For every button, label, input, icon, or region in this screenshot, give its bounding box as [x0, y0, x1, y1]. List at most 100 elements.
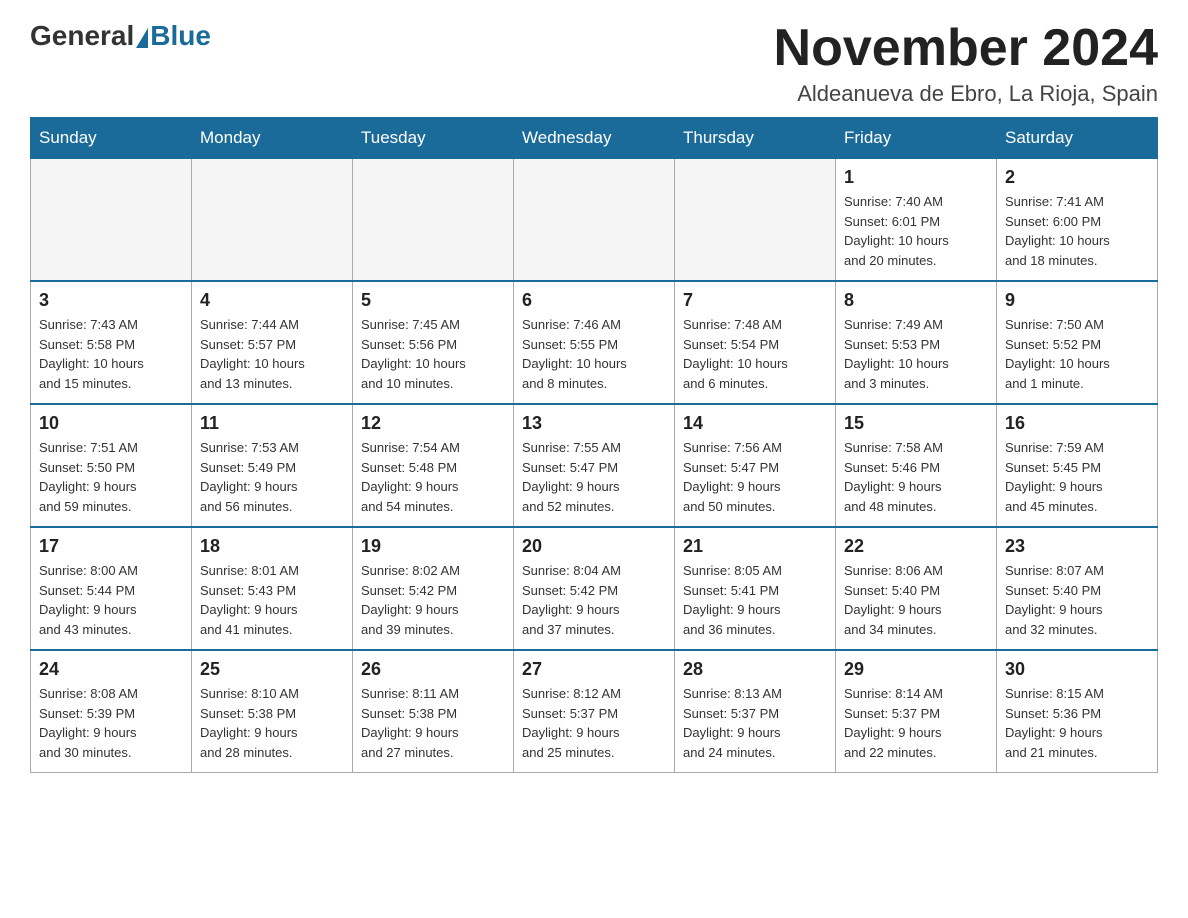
day-cell: 30 Sunrise: 8:15 AMSunset: 5:36 PMDayligh… — [997, 650, 1158, 773]
day-number: 3 — [39, 290, 183, 311]
logo-area: General Blue — [30, 20, 211, 52]
calendar-table: SundayMondayTuesdayWednesdayThursdayFrid… — [30, 117, 1158, 773]
day-info: Sunrise: 7:51 AMSunset: 5:50 PMDaylight:… — [39, 438, 183, 516]
day-cell: 20Sunrise: 8:04 AMSunset: 5:42 PMDayligh… — [514, 527, 675, 650]
day-info: Sunrise: 8:00 AMSunset: 5:44 PMDaylight:… — [39, 561, 183, 639]
day-info: Sunrise: 8:15 AMSunset: 5:36 PMDaylight:… — [1005, 684, 1149, 762]
day-cell: 18Sunrise: 8:01 AMSunset: 5:43 PMDayligh… — [192, 527, 353, 650]
day-cell: 24 Sunrise: 8:08 AMSunset: 5:39 PMDayligh… — [31, 650, 192, 773]
column-header-friday: Friday — [836, 118, 997, 159]
day-number: 17 — [39, 536, 183, 557]
day-cell: 11 Sunrise: 7:53 AMSunset: 5:49 PMDayligh… — [192, 404, 353, 527]
day-number: 18 — [200, 536, 344, 557]
day-cell: 28 Sunrise: 8:13 AMSunset: 5:37 PMDayligh… — [675, 650, 836, 773]
day-info: Sunrise: 8:04 AMSunset: 5:42 PMDaylight:… — [522, 561, 666, 639]
day-cell — [353, 159, 514, 282]
page-header: General Blue November 2024 Aldeanueva de… — [30, 20, 1158, 107]
day-cell: 9 Sunrise: 7:50 AMSunset: 5:52 PMDaylight… — [997, 281, 1158, 404]
day-number: 1 — [844, 167, 988, 188]
day-number: 27 — [522, 659, 666, 680]
day-number: 30 — [1005, 659, 1149, 680]
day-info: Sunrise: 8:08 AMSunset: 5:39 PMDaylight:… — [39, 684, 183, 762]
day-number: 6 — [522, 290, 666, 311]
day-cell: 6 Sunrise: 7:46 AMSunset: 5:55 PMDaylight… — [514, 281, 675, 404]
week-row-4: 17 Sunrise: 8:00 AMSunset: 5:44 PMDayligh… — [31, 527, 1158, 650]
day-info: Sunrise: 8:06 AMSunset: 5:40 PMDaylight:… — [844, 561, 988, 639]
day-number: 21 — [683, 536, 827, 557]
day-info: Sunrise: 7:56 AMSunset: 5:47 PMDaylight:… — [683, 438, 827, 516]
day-cell: 15 Sunrise: 7:58 AMSunset: 5:46 PMDayligh… — [836, 404, 997, 527]
day-number: 29 — [844, 659, 988, 680]
day-number: 9 — [1005, 290, 1149, 311]
day-cell: 5Sunrise: 7:45 AMSunset: 5:56 PMDaylight… — [353, 281, 514, 404]
location-title: Aldeanueva de Ebro, La Rioja, Spain — [774, 81, 1158, 107]
day-number: 2 — [1005, 167, 1149, 188]
day-info: Sunrise: 7:48 AMSunset: 5:54 PMDaylight:… — [683, 315, 827, 393]
day-info: Sunrise: 7:40 AMSunset: 6:01 PMDaylight:… — [844, 192, 988, 270]
header-row: SundayMondayTuesdayWednesdayThursdayFrid… — [31, 118, 1158, 159]
day-number: 22 — [844, 536, 988, 557]
logo-triangle-icon — [136, 28, 148, 48]
day-info: Sunrise: 7:53 AMSunset: 5:49 PMDaylight:… — [200, 438, 344, 516]
day-number: 13 — [522, 413, 666, 434]
day-cell: 29 Sunrise: 8:14 AMSunset: 5:37 PMDayligh… — [836, 650, 997, 773]
day-cell: 23Sunrise: 8:07 AMSunset: 5:40 PMDayligh… — [997, 527, 1158, 650]
day-cell — [514, 159, 675, 282]
column-header-sunday: Sunday — [31, 118, 192, 159]
day-cell: 25Sunrise: 8:10 AMSunset: 5:38 PMDayligh… — [192, 650, 353, 773]
day-info: Sunrise: 8:02 AMSunset: 5:42 PMDaylight:… — [361, 561, 505, 639]
day-cell — [192, 159, 353, 282]
column-header-thursday: Thursday — [675, 118, 836, 159]
column-header-monday: Monday — [192, 118, 353, 159]
week-row-1: 1 Sunrise: 7:40 AMSunset: 6:01 PMDaylight… — [31, 159, 1158, 282]
day-number: 24 — [39, 659, 183, 680]
day-cell: 21Sunrise: 8:05 AMSunset: 5:41 PMDayligh… — [675, 527, 836, 650]
logo-blue-text: Blue — [150, 20, 211, 52]
day-info: Sunrise: 8:14 AMSunset: 5:37 PMDaylight:… — [844, 684, 988, 762]
day-cell: 7 Sunrise: 7:48 AMSunset: 5:54 PMDaylight… — [675, 281, 836, 404]
day-cell: 22 Sunrise: 8:06 AMSunset: 5:40 PMDayligh… — [836, 527, 997, 650]
day-cell: 1 Sunrise: 7:40 AMSunset: 6:01 PMDaylight… — [836, 159, 997, 282]
day-cell: 3 Sunrise: 7:43 AMSunset: 5:58 PMDaylight… — [31, 281, 192, 404]
day-info: Sunrise: 7:54 AMSunset: 5:48 PMDaylight:… — [361, 438, 505, 516]
day-info: Sunrise: 7:43 AMSunset: 5:58 PMDaylight:… — [39, 315, 183, 393]
day-number: 28 — [683, 659, 827, 680]
day-info: Sunrise: 7:41 AMSunset: 6:00 PMDaylight:… — [1005, 192, 1149, 270]
day-info: Sunrise: 7:50 AMSunset: 5:52 PMDaylight:… — [1005, 315, 1149, 393]
title-area: November 2024 Aldeanueva de Ebro, La Rio… — [774, 20, 1158, 107]
day-info: Sunrise: 7:59 AMSunset: 5:45 PMDaylight:… — [1005, 438, 1149, 516]
day-number: 5 — [361, 290, 505, 311]
day-info: Sunrise: 7:58 AMSunset: 5:46 PMDaylight:… — [844, 438, 988, 516]
day-cell: 10 Sunrise: 7:51 AMSunset: 5:50 PMDayligh… — [31, 404, 192, 527]
day-cell: 27Sunrise: 8:12 AMSunset: 5:37 PMDayligh… — [514, 650, 675, 773]
day-cell: 12Sunrise: 7:54 AMSunset: 5:48 PMDayligh… — [353, 404, 514, 527]
day-number: 7 — [683, 290, 827, 311]
day-info: Sunrise: 7:46 AMSunset: 5:55 PMDaylight:… — [522, 315, 666, 393]
day-number: 8 — [844, 290, 988, 311]
week-row-2: 3 Sunrise: 7:43 AMSunset: 5:58 PMDaylight… — [31, 281, 1158, 404]
day-cell: 13 Sunrise: 7:55 AMSunset: 5:47 PMDayligh… — [514, 404, 675, 527]
day-cell — [675, 159, 836, 282]
column-header-tuesday: Tuesday — [353, 118, 514, 159]
day-cell: 14Sunrise: 7:56 AMSunset: 5:47 PMDayligh… — [675, 404, 836, 527]
day-cell: 2 Sunrise: 7:41 AMSunset: 6:00 PMDaylight… — [997, 159, 1158, 282]
day-number: 25 — [200, 659, 344, 680]
day-cell: 17 Sunrise: 8:00 AMSunset: 5:44 PMDayligh… — [31, 527, 192, 650]
day-info: Sunrise: 7:55 AMSunset: 5:47 PMDaylight:… — [522, 438, 666, 516]
week-row-3: 10 Sunrise: 7:51 AMSunset: 5:50 PMDayligh… — [31, 404, 1158, 527]
day-info: Sunrise: 8:13 AMSunset: 5:37 PMDaylight:… — [683, 684, 827, 762]
day-info: Sunrise: 8:11 AMSunset: 5:38 PMDaylight:… — [361, 684, 505, 762]
logo: General Blue — [30, 20, 211, 52]
day-number: 26 — [361, 659, 505, 680]
day-number: 15 — [844, 413, 988, 434]
day-info: Sunrise: 7:49 AMSunset: 5:53 PMDaylight:… — [844, 315, 988, 393]
day-number: 11 — [200, 413, 344, 434]
day-cell: 19Sunrise: 8:02 AMSunset: 5:42 PMDayligh… — [353, 527, 514, 650]
day-info: Sunrise: 8:07 AMSunset: 5:40 PMDaylight:… — [1005, 561, 1149, 639]
logo-general-text: General — [30, 20, 134, 52]
day-cell: 16Sunrise: 7:59 AMSunset: 5:45 PMDayligh… — [997, 404, 1158, 527]
day-cell: 26 Sunrise: 8:11 AMSunset: 5:38 PMDayligh… — [353, 650, 514, 773]
day-number: 4 — [200, 290, 344, 311]
day-number: 10 — [39, 413, 183, 434]
day-info: Sunrise: 7:44 AMSunset: 5:57 PMDaylight:… — [200, 315, 344, 393]
